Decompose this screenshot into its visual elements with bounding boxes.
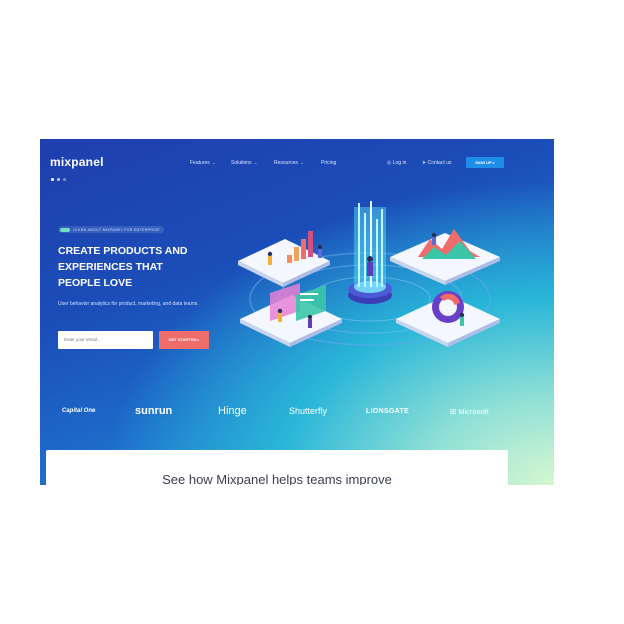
hero-title-line: EXPERIENCES THAT [58,261,163,273]
enterprise-badge-text: LEARN ABOUT MIXPANEL FOR ENTERPRISE [73,227,160,232]
chevron-down-icon: ⌄ [253,160,258,165]
customer-logo: Shutterfly [289,406,328,416]
send-icon: ➤ [422,160,427,166]
hero-illustration [238,201,500,347]
data-beacon [348,201,392,304]
nav-features[interactable]: Features ⌄ [190,160,215,166]
hero-title-line: CREATE PRODUCTS AND [58,245,188,257]
nav-resources[interactable]: Resources ⌄ [274,160,304,166]
funnel-tile [390,229,500,285]
customer-logo: ⊞ Microsoft [450,407,489,416]
mixpanel-logo[interactable]: mixpanel [50,155,104,169]
contact-label: Contact us [427,160,452,166]
nav-features-label: Features [190,160,210,166]
customer-logos: Capital One sunrun Hinge Shutterfly LION… [40,399,554,423]
hero-title-line: PEOPLE LOVE [58,277,133,289]
nav-solutions[interactable]: Solutions ⌄ [231,160,257,166]
chart-tile [238,231,330,287]
customer-logo-label: Microsoft [458,407,489,416]
signup-label: SIGN UP [475,160,492,165]
microsoft-icon: ⊞ [450,407,457,416]
enterprise-badge[interactable]: LEARN ABOUT MIXPANEL FOR ENTERPRISE [58,226,164,233]
logo-dots-icon [51,168,69,186]
customer-logo: sunrun [135,405,173,417]
chevron-down-icon: ⌄ [212,160,216,165]
signup-button[interactable]: SIGN UP ▸ [466,157,504,168]
get-started-button[interactable]: GET STARTED ▸ [159,331,209,349]
top-navigation: mixpanel Features ⌄ Solutions ⌄ Resource… [40,139,554,189]
customer-logo: LIONSGATE [366,408,410,415]
nav-pricing[interactable]: Pricing [321,160,336,166]
customer-logo: Capital One [62,408,96,414]
login-label: Log in [392,160,407,166]
contact-link[interactable]: ➤ Contact us [422,160,452,166]
retention-tile [396,291,500,347]
section-title: See how Mixpanel helps teams improve [162,472,392,485]
new-pill [60,227,70,232]
report-tile [240,283,342,347]
hero-title: CREATE PRODUCTS AND EXPERIENCES THAT PEO… [58,243,218,291]
login-link[interactable]: ◎ Log in [387,160,406,166]
hero-subtitle: User behavior analytics for product, mar… [58,301,199,307]
arrow-right-icon: ▸ [197,337,200,342]
nav-resources-label: Resources [274,160,298,166]
nav-solutions-label: Solutions [231,160,252,166]
email-input[interactable] [58,331,153,349]
chevron-down-icon: ⌄ [300,160,304,165]
get-started-label: GET STARTED [168,337,197,342]
customer-logo: Hinge [218,405,247,417]
user-icon: ◎ [387,160,392,166]
mixpanel-homepage: mixpanel Features ⌄ Solutions ⌄ Resource… [40,139,554,485]
arrow-right-icon: ▸ [492,160,495,165]
content-card: See how Mixpanel helps teams improve [46,450,508,485]
